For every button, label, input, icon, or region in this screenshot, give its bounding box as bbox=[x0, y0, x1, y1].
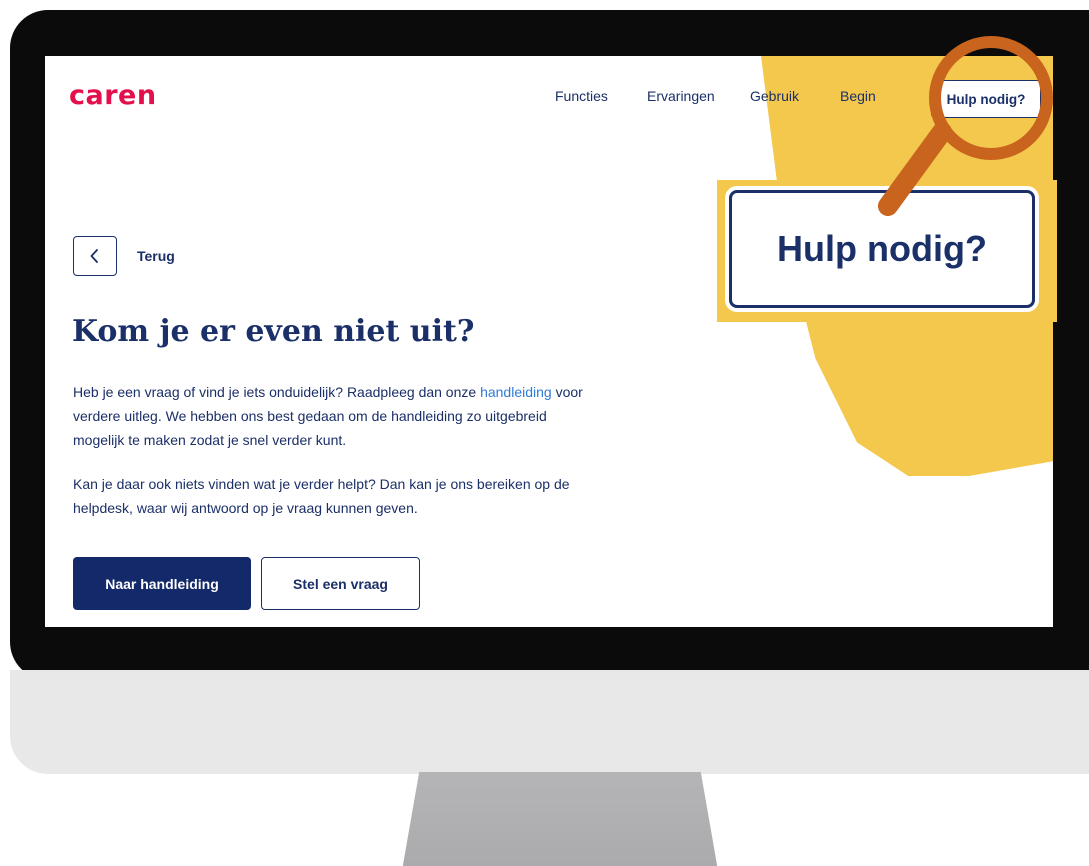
helpdesk-paragraph: Kan je daar ook niets vinden wat je verd… bbox=[73, 476, 570, 516]
back-label[interactable]: Terug bbox=[137, 248, 175, 264]
intro-paragraph: Heb je een vraag of vind je iets onduide… bbox=[73, 380, 593, 452]
monitor-chin bbox=[10, 670, 1089, 774]
manual-link[interactable]: handleiding bbox=[480, 384, 552, 400]
back-button[interactable] bbox=[73, 236, 117, 276]
intro-text-before-link: Heb je een vraag of vind je iets onduide… bbox=[73, 384, 481, 400]
ask-question-button[interactable]: Stel een vraag bbox=[261, 557, 420, 610]
nav-item-functies[interactable]: Functies bbox=[555, 88, 608, 104]
to-manual-button[interactable]: Naar handleiding bbox=[73, 557, 251, 610]
magnifying-glass-icon bbox=[878, 36, 1053, 216]
monitor-stand bbox=[400, 772, 720, 866]
chevron-left-icon bbox=[90, 249, 98, 263]
nav-item-gebruik[interactable]: Gebruik bbox=[750, 88, 799, 104]
nav-item-ervaringen[interactable]: Ervaringen bbox=[647, 88, 715, 104]
monitor-illustration: caren Functies Ervaringen Gebruik Begin … bbox=[0, 0, 1089, 866]
page-title: Kom je er even niet uit? bbox=[72, 314, 475, 349]
caren-logo[interactable]: caren bbox=[69, 80, 157, 111]
